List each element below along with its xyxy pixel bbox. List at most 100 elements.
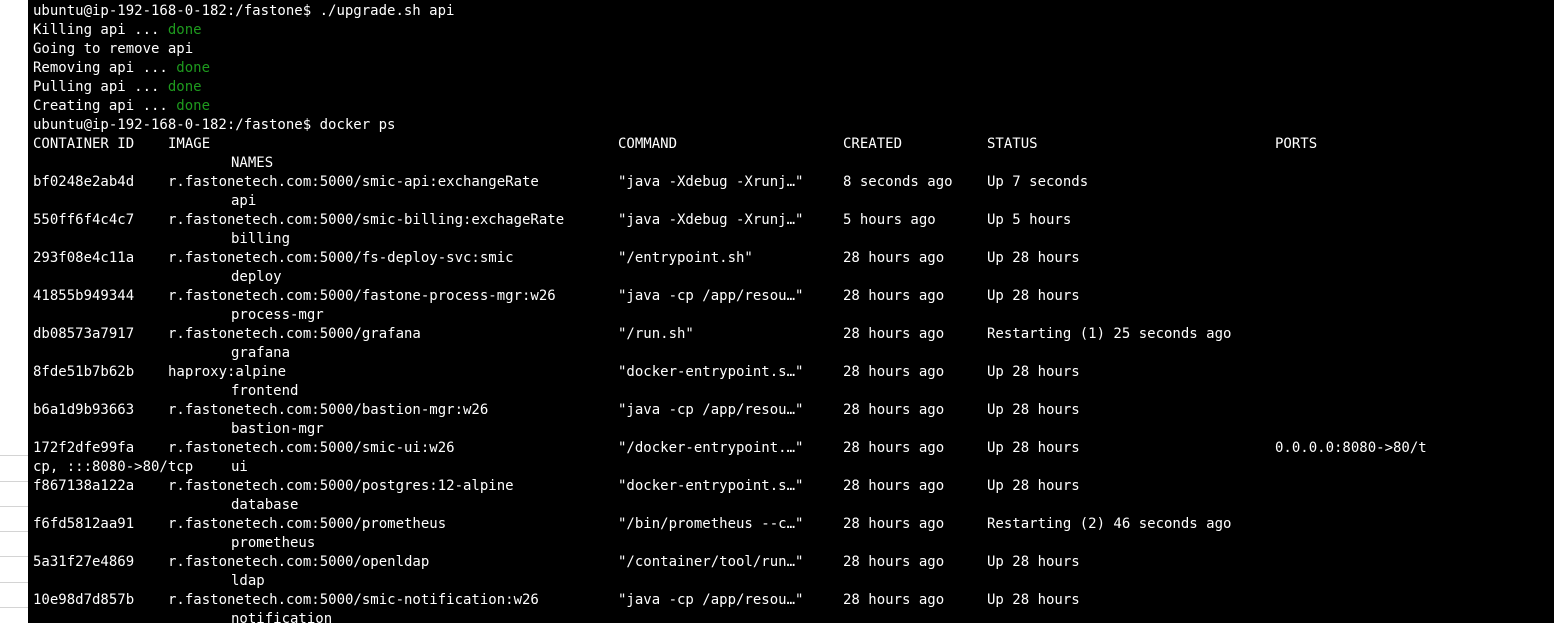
cell-command: "/bin/prometheus --c…" [618,516,804,532]
cell-created: 28 hours ago [843,478,945,494]
panel-divider [0,481,28,482]
cell-container-id: 41855b949344 [33,288,135,304]
cell-image: r.fastonetech.com:5000/fs-deploy-svc:smi… [168,250,514,266]
container-row: 8fde51b7b62b haproxy:alpine "docker-entryp… [33,363,1533,382]
cell-command: "java -cp /app/resou…" [618,592,804,608]
cell-command: "/run.sh" [618,326,694,342]
done-status: done [167,22,202,38]
header-container-id: CONTAINER ID [33,136,135,152]
cell-container-id: 293f08e4c11a [33,250,135,266]
container-row: 5a31f27e4869 r.fastonetech.com:5000/openl… [33,553,1533,572]
typed-command: ./upgrade.sh api [319,3,455,19]
cell-status: Up 28 hours [987,402,1080,418]
cell-status: Restarting (2) 46 seconds ago [987,516,1232,532]
cell-command: "/docker-entrypoint.…" [618,440,804,456]
cell-status: Up 28 hours [987,440,1080,456]
cell-container-id: f867138a122a [33,478,135,494]
cell-image: r.fastonetech.com:5000/prometheus [168,516,447,532]
container-row-wrap: bastion-mgr [33,420,1533,439]
container-row: 10e98d7d857b r.fastonetech.com:5000/smic-… [33,591,1533,610]
cell-created: 28 hours ago [843,440,945,456]
cell-created: 5 hours ago [843,212,936,228]
container-row: bf0248e2ab4d r.fastonetech.com:5000/smic-… [33,173,1533,192]
cell-name: api [231,193,257,209]
panel-divider [0,455,28,456]
cell-command: "docker-entrypoint.s…" [618,478,804,494]
container-row: db08573a7917 r.fastonetech.com:5000/grafa… [33,325,1533,344]
cell-container-id: b6a1d9b93663 [33,402,135,418]
cell-image: r.fastonetech.com:5000/smic-ui:w26 [168,440,455,456]
background-window-edge [0,0,28,623]
header-command: COMMAND [618,136,678,152]
screen: ubuntu@ip-192-168-0-182:/fastone$ ./upgr… [0,0,1554,623]
cell-name: ldap [231,573,265,589]
cell-image: r.fastonetech.com:5000/grafana [168,326,421,342]
cell-ports-continued: cp, :::8080->80/tcp [33,459,194,475]
done-status: done [176,60,211,76]
container-row: 293f08e4c11a r.fastonetech.com:5000/fs-de… [33,249,1533,268]
cell-name: billing [231,231,291,247]
cell-status: Up 5 hours [987,212,1072,228]
cell-name: deploy [231,269,282,285]
cell-status: Up 28 hours [987,554,1080,570]
cell-image: r.fastonetech.com:5000/openldap [168,554,430,570]
container-row-wrap: grafana [33,344,1533,363]
terminal-window[interactable]: ubuntu@ip-192-168-0-182:/fastone$ ./upgr… [28,0,1554,623]
cell-image: r.fastonetech.com:5000/postgres:12-alpin… [168,478,514,494]
cell-created: 28 hours ago [843,364,945,380]
typed-command: docker ps [319,117,396,133]
container-row-wrap: process-mgr [33,306,1533,325]
panel-divider [0,531,28,532]
container-row-wrap: frontend [33,382,1533,401]
cell-created: 28 hours ago [843,402,945,418]
container-row-wrap: notification [33,610,1533,623]
cell-image: haproxy:alpine [168,364,287,380]
cell-image: r.fastonetech.com:5000/fastone-process-m… [168,288,556,304]
header-names: NAMES [231,155,274,171]
cell-status: Up 28 hours [987,364,1080,380]
cell-command: "/entrypoint.sh" [618,250,753,266]
cell-created: 28 hours ago [843,592,945,608]
cell-command: "docker-entrypoint.s…" [618,364,804,380]
prompt-line: ubuntu@ip-192-168-0-182:/fastone$ docker… [33,116,395,135]
cell-command: "java -cp /app/resou…" [618,288,804,304]
cell-name: bastion-mgr [231,421,324,437]
cell-image: r.fastonetech.com:5000/smic-api:exchange… [168,174,539,190]
header-image: IMAGE [168,136,211,152]
cell-created: 28 hours ago [843,250,945,266]
output-text: Going to remove api [33,41,194,57]
container-row: 550ff6f4c4c7 r.fastonetech.com:5000/smic-… [33,211,1533,230]
table-header: CONTAINER ID IMAGE COMMAND CREATED STATU… [33,135,1533,154]
container-row: f867138a122a r.fastonetech.com:5000/postg… [33,477,1533,496]
cell-command: "/container/tool/run…" [618,554,804,570]
cell-name: notification [231,611,333,623]
cell-container-id: bf0248e2ab4d [33,174,135,190]
cell-container-id: 8fde51b7b62b [33,364,135,380]
panel-divider [0,556,28,557]
cell-created: 8 seconds ago [843,174,953,190]
output-line: Pulling api ... done [33,78,202,97]
panel-divider [0,506,28,507]
output-line: Creating api ... done [33,97,210,116]
prompt: ubuntu@ip-192-168-0-182:/fastone$ [33,3,312,19]
output-line: Removing api ... done [33,59,210,78]
cell-name: frontend [231,383,299,399]
output-text: Creating api ... [33,98,177,114]
cell-name: process-mgr [231,307,324,323]
cell-image: r.fastonetech.com:5000/smic-billing:exch… [168,212,565,228]
table-header-wrap: NAMES [33,154,1533,173]
cell-created: 28 hours ago [843,288,945,304]
container-row-wrap: cp, :::8080->80/tcp ui [33,458,1533,477]
cell-image: r.fastonetech.com:5000/smic-notification… [168,592,539,608]
container-row-wrap: billing [33,230,1533,249]
container-row-wrap: ldap [33,572,1533,591]
cell-status: Up 28 hours [987,592,1080,608]
cell-created: 28 hours ago [843,516,945,532]
cell-status: Up 28 hours [987,250,1080,266]
container-row-wrap: database [33,496,1533,515]
output-text: Pulling api ... [33,79,168,95]
cell-name: prometheus [231,535,316,551]
cell-name: grafana [231,345,291,361]
container-row-wrap: prometheus [33,534,1533,553]
prompt: ubuntu@ip-192-168-0-182:/fastone$ [33,117,312,133]
